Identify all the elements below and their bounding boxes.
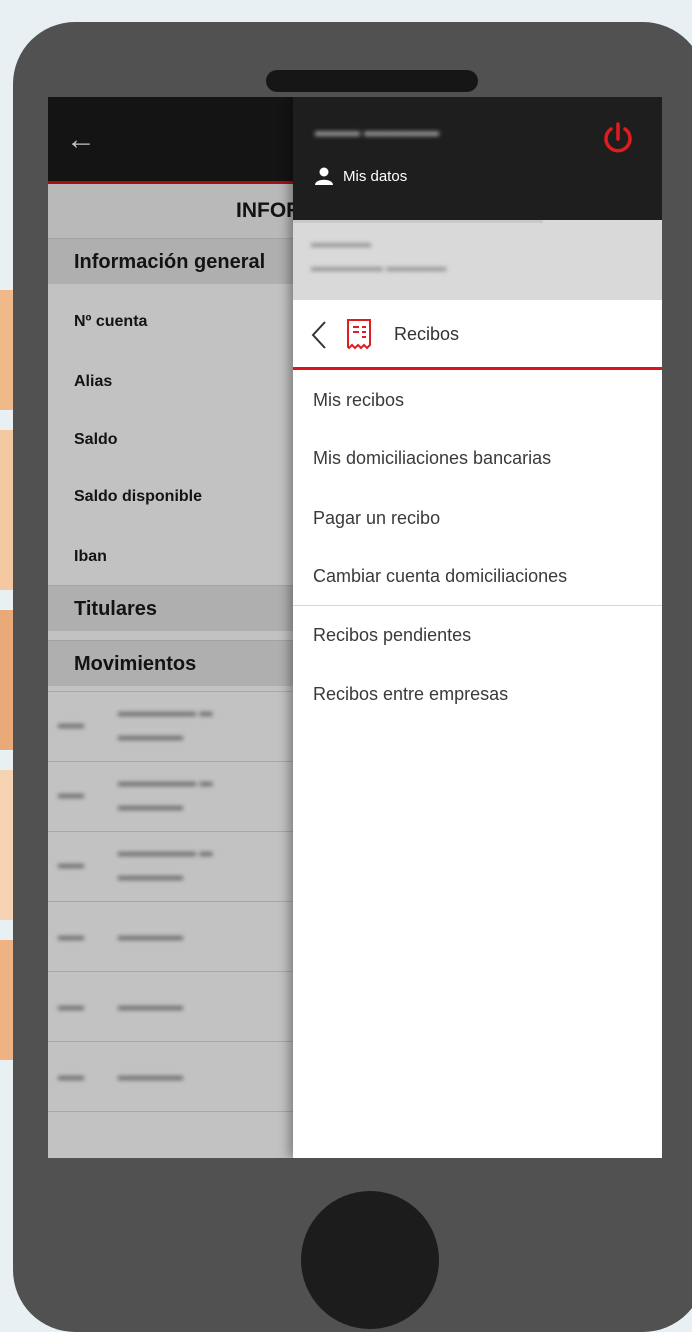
menu-item-recibos-empresas[interactable]: Recibos entre empresas <box>293 665 662 723</box>
menu-item-cambiar-cuenta[interactable]: Cambiar cuenta domiciliaciones <box>293 547 662 605</box>
home-button[interactable] <box>301 1191 439 1329</box>
account-selector[interactable]: ▬▬▬▬▬ ▬▬▬▬▬▬ ▬▬▬▬▬ <box>293 220 662 300</box>
phone-speaker <box>266 70 478 92</box>
receipt-icon <box>347 319 371 350</box>
person-icon <box>315 167 333 185</box>
menu-item-pagar-recibo[interactable]: Pagar un recibo <box>293 489 662 547</box>
user-name: ▬▬▬ ▬▬▬▬▬ <box>315 123 440 140</box>
mis-datos-link[interactable]: Mis datos <box>315 167 407 185</box>
chevron-left-icon[interactable] <box>311 320 327 350</box>
menu-item-domiciliaciones[interactable]: Mis domiciliaciones bancarias <box>293 429 662 487</box>
power-icon[interactable] <box>602 122 634 156</box>
menu-item-recibos-pendientes[interactable]: Recibos pendientes <box>293 606 662 664</box>
account-divider <box>293 220 543 223</box>
account-alias: ▬▬▬▬▬ <box>311 236 371 250</box>
recibos-header: Recibos <box>293 300 662 370</box>
menu-item-mis-recibos[interactable]: Mis recibos <box>293 371 662 429</box>
drawer-header: ▬▬▬ ▬▬▬▬▬ Mis datos <box>293 97 662 220</box>
recibos-title: Recibos <box>394 324 460 344</box>
navigation-drawer: ▬▬▬ ▬▬▬▬▬ Mis datos ▬▬▬▬▬ ▬▬▬▬▬▬ ▬▬▬▬▬ R… <box>293 97 662 1158</box>
mis-datos-label: Mis datos <box>343 167 408 185</box>
phone-screen: ← INFORMA Información general Nº cuenta … <box>48 97 662 1158</box>
account-holder: ▬▬▬▬▬▬ ▬▬▬▬▬ <box>311 260 447 274</box>
